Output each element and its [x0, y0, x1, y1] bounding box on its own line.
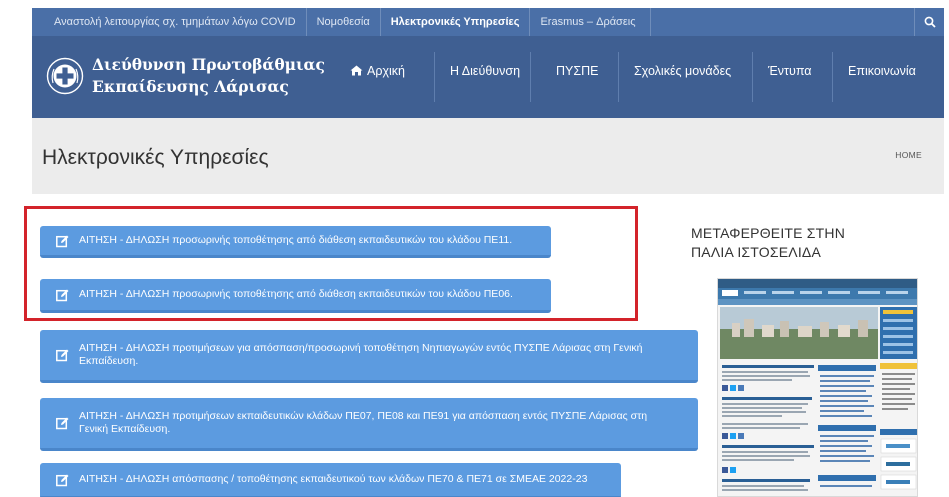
home-icon	[350, 65, 363, 76]
service-button-smeae[interactable]: ΑΙΤΗΣΗ - ΔΗΛΩΣΗ απόσπασης / τοποθέτησης …	[40, 463, 621, 497]
nav-item-directorate[interactable]: Η Διεύθυνση	[450, 64, 520, 78]
nav-item-contact[interactable]: Επικοινωνία	[848, 64, 916, 78]
nav-divider	[434, 52, 435, 102]
topbar-link-erasmus[interactable]: Erasmus – Δράσεις	[530, 8, 651, 36]
edit-icon	[56, 235, 69, 247]
service-label-line-1: ΑΙΤΗΣΗ - ΔΗΛΩΣΗ προτιμήσεων για απόσπαση…	[79, 342, 643, 354]
page-title-band: Ηλεκτρονικές Υπηρεσίες HOME	[32, 118, 944, 194]
edit-icon	[56, 289, 69, 301]
nav-divider	[832, 52, 833, 102]
service-button-pe11[interactable]: ΑΙΤΗΣΗ - ΔΗΛΩΣΗ προσωρινής τοποθέτησης α…	[40, 226, 551, 258]
search-icon	[924, 16, 936, 28]
topbar-link-covid[interactable]: Αναστολή λειτουργίας σχ. τμημάτων λόγω C…	[32, 8, 307, 36]
topbar-link-legislation[interactable]: Νομοθεσία	[307, 8, 381, 36]
nav-divider	[530, 52, 531, 102]
site-header: Διεύθυνση Πρωτοβάθμιας Εκπαίδευσης Λάρισ…	[32, 36, 944, 118]
service-button-pe06[interactable]: ΑΙΤΗΣΗ - ΔΗΛΩΣΗ προσωρινής τοποθέτησης α…	[40, 279, 551, 313]
old-site-title-line-2: ΠΑΛΙΑ ΙΣΤΟΣΕΛΙΔΑ	[691, 244, 821, 260]
service-label-line-2: Γενική Εκπαίδευση.	[79, 423, 171, 435]
breadcrumb-home[interactable]: HOME	[895, 150, 922, 160]
service-label-line-2: Εκπαίδευση.	[79, 355, 139, 367]
old-site-screenshot-image	[718, 279, 917, 496]
search-button[interactable]	[914, 8, 944, 36]
old-site-thumbnail[interactable]	[717, 278, 918, 497]
nav-divider	[618, 52, 619, 102]
main-nav: Αρχική Η Διεύθυνση ΠΥΣΠΕ Σχολικές μονάδε…	[32, 36, 944, 118]
nav-home-label: Αρχική	[367, 64, 405, 78]
edit-icon	[56, 474, 69, 486]
service-label: ΑΙΤΗΣΗ - ΔΗΛΩΣΗ προτιμήσεων εκπαιδευτικώ…	[79, 410, 647, 436]
nav-item-schools[interactable]: Σχολικές μονάδες	[634, 64, 731, 78]
service-button-pe07-pe08-pe91[interactable]: ΑΙΤΗΣΗ - ΔΗΛΩΣΗ προτιμήσεων εκπαιδευτικώ…	[40, 398, 698, 451]
nav-divider	[752, 52, 753, 102]
old-site-title: ΜΕΤΑΦΕΡΘΕΙΤΕ ΣΤΗΝ ΠΑΛΙΑ ΙΣΤΟΣΕΛΙΔΑ	[691, 224, 845, 262]
service-label: ΑΙΤΗΣΗ - ΔΗΛΩΣΗ προσωρινής τοποθέτησης α…	[79, 234, 513, 246]
nav-item-forms[interactable]: Έντυπα	[768, 64, 812, 78]
nav-item-home[interactable]: Αρχική	[350, 64, 405, 78]
page-title: Ηλεκτρονικές Υπηρεσίες	[42, 146, 269, 169]
service-button-kindergarten[interactable]: ΑΙΤΗΣΗ - ΔΗΛΩΣΗ προτιμήσεων για απόσπαση…	[40, 330, 698, 383]
edit-icon	[56, 417, 69, 430]
service-label-line-1: ΑΙΤΗΣΗ - ΔΗΛΩΣΗ προτιμήσεων εκπαιδευτικώ…	[79, 410, 648, 422]
service-label: ΑΙΤΗΣΗ - ΔΗΛΩΣΗ προτιμήσεων για απόσπαση…	[79, 342, 643, 368]
service-label: ΑΙΤΗΣΗ - ΔΗΛΩΣΗ απόσπασης / τοποθέτησης …	[79, 473, 588, 485]
service-label: ΑΙΤΗΣΗ - ΔΗΛΩΣΗ προσωρινής τοποθέτησης α…	[79, 288, 513, 300]
top-bar: Αναστολή λειτουργίας σχ. τμημάτων λόγω C…	[32, 8, 944, 36]
old-site-title-line-1: ΜΕΤΑΦΕΡΘΕΙΤΕ ΣΤΗΝ	[691, 225, 846, 241]
topbar-link-e-services[interactable]: Ηλεκτρονικές Υπηρεσίες	[381, 8, 531, 36]
nav-item-pyspe[interactable]: ΠΥΣΠΕ	[556, 64, 598, 78]
edit-icon	[56, 349, 69, 362]
